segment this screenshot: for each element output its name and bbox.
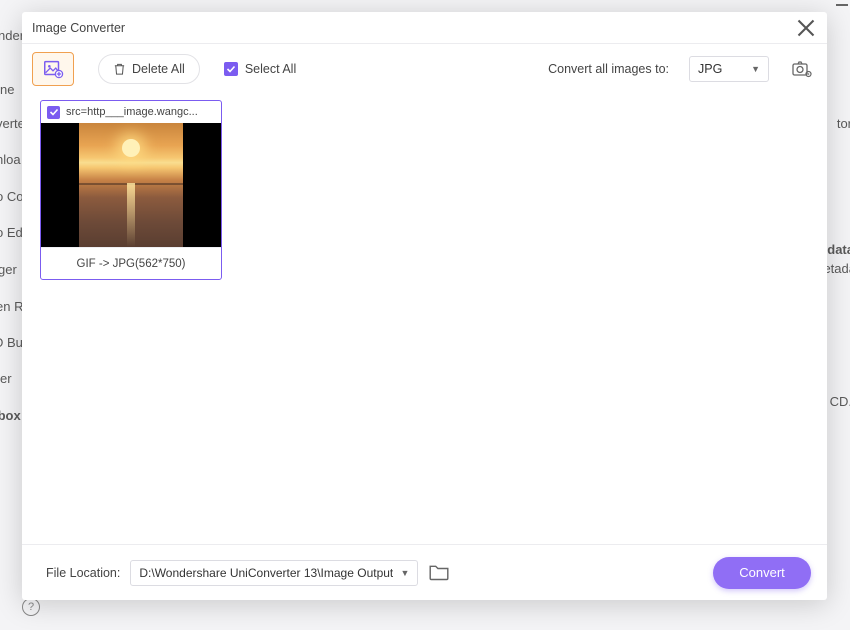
select-all-checkbox[interactable]: Select All — [224, 62, 296, 76]
delete-all-button[interactable]: Delete All — [98, 54, 200, 84]
convert-button[interactable]: Convert — [713, 557, 811, 589]
bg-text: nloa — [0, 152, 21, 167]
help-icon[interactable]: ? — [22, 598, 40, 616]
open-folder-button[interactable] — [428, 562, 450, 584]
bg-text: nder — [0, 28, 24, 43]
bg-text: en R — [0, 299, 23, 314]
convert-all-label: Convert all images to: — [548, 62, 669, 76]
select-all-label: Select All — [245, 62, 296, 76]
close-button[interactable] — [797, 19, 815, 37]
dialog-titlebar: Image Converter — [22, 12, 827, 44]
thumb-conversion-info: GIF -> JPG(562*750) — [41, 247, 221, 279]
file-location-path: D:\Wondershare UniConverter 13\Image Out… — [139, 566, 393, 580]
chevron-down-icon: ▼ — [751, 64, 760, 74]
add-image-button[interactable] — [32, 52, 74, 86]
footer-bar: File Location: D:\Wondershare UniConvert… — [22, 544, 827, 600]
bg-text: ne — [0, 82, 14, 97]
thumbnail-grid: src=http___image.wangc... GIF -> JPG(562… — [22, 94, 827, 544]
bg-text: CD. — [830, 394, 850, 409]
checkbox-checked-icon — [224, 62, 238, 76]
bg-text: er — [0, 371, 12, 386]
toolbar: Delete All Select All Convert all images… — [22, 44, 827, 94]
bg-text: etada — [823, 261, 850, 276]
bg-text: data — [827, 242, 850, 257]
bg-text: o Co — [0, 189, 23, 204]
output-format-select[interactable]: JPG ▼ — [689, 56, 769, 82]
camera-gear-icon — [791, 58, 813, 80]
image-thumbnail-card[interactable]: src=http___image.wangc... GIF -> JPG(562… — [40, 100, 222, 280]
delete-all-label: Delete All — [132, 62, 185, 76]
convert-button-label: Convert — [739, 565, 785, 580]
bg-text: o Ed — [0, 225, 23, 240]
file-location-label: File Location: — [46, 566, 120, 580]
close-icon — [797, 19, 815, 37]
output-format-value: JPG — [698, 62, 722, 76]
bg-text: ger — [0, 262, 17, 277]
dialog-title: Image Converter — [32, 21, 125, 35]
image-plus-icon — [42, 58, 64, 80]
image-converter-dialog: Image Converter Delete All — [22, 12, 827, 600]
thumb-checkbox[interactable] — [47, 106, 60, 119]
bg-text: tor — [837, 116, 850, 131]
window-minimize-icon[interactable] — [836, 4, 848, 6]
thumb-header: src=http___image.wangc... — [41, 101, 221, 123]
thumb-filename: src=http___image.wangc... — [66, 106, 198, 118]
bg-text: lbox — [0, 408, 21, 423]
file-location-select[interactable]: D:\Wondershare UniConverter 13\Image Out… — [130, 560, 418, 586]
chevron-down-icon: ▼ — [400, 568, 409, 578]
output-settings-button[interactable] — [791, 58, 813, 80]
folder-icon — [428, 563, 450, 583]
trash-icon — [113, 63, 126, 76]
thumb-preview — [41, 123, 221, 247]
